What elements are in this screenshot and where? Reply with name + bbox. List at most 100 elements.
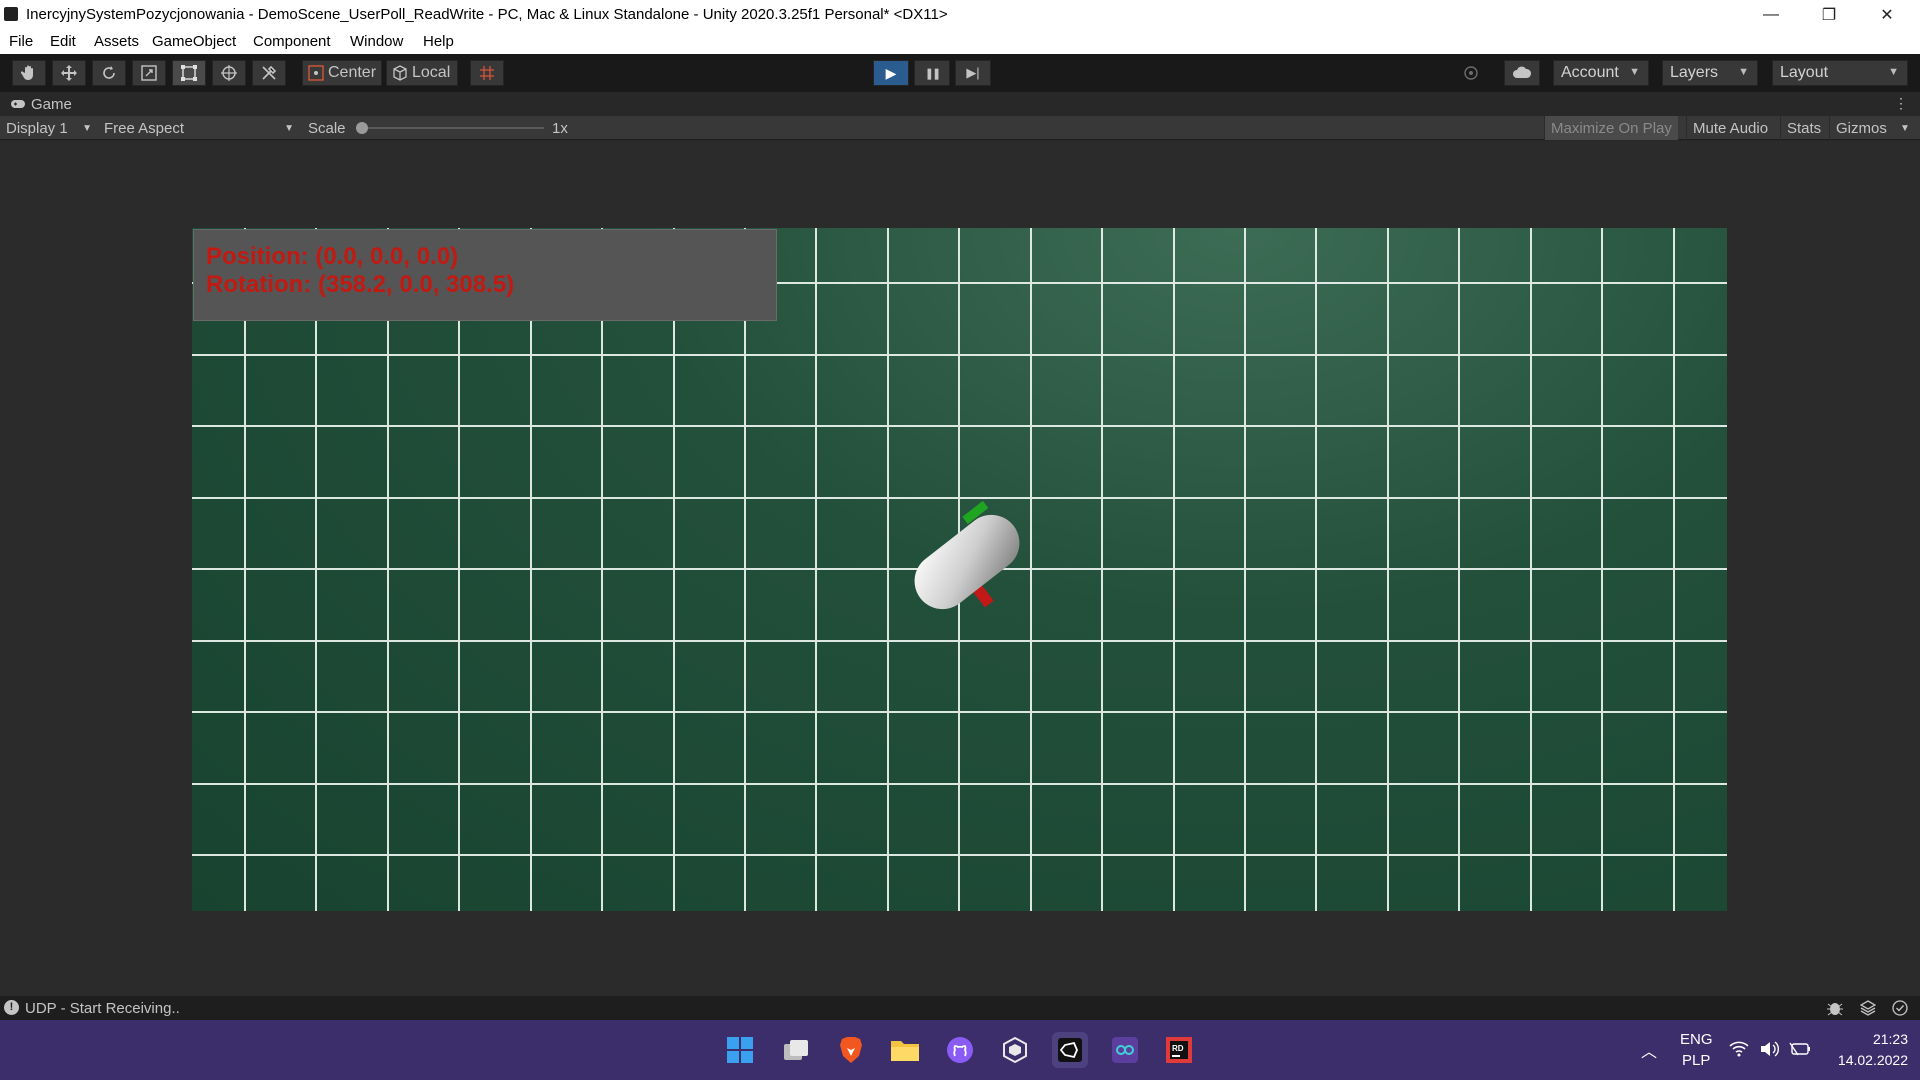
account-label: Account <box>1561 64 1619 81</box>
restore-button[interactable]: ❐ <box>1800 0 1858 30</box>
clock-time[interactable]: 21:23 <box>1846 1031 1908 1047</box>
unity-editor-button[interactable] <box>1052 1032 1088 1068</box>
scale-slider[interactable] <box>356 116 546 140</box>
grid-snap-button[interactable] <box>470 60 504 86</box>
gizmos-toggle[interactable]: Gizmos <box>1829 116 1893 140</box>
github-icon <box>947 1037 973 1063</box>
clock-date[interactable]: 14.02.2022 <box>1828 1052 1908 1068</box>
menu-assets[interactable]: Assets <box>94 33 139 50</box>
rider-ide-button[interactable]: RD <box>1161 1032 1197 1068</box>
menu-component[interactable]: Component <box>253 33 331 50</box>
tab-menu-icon[interactable]: ⋮ <box>1894 95 1908 112</box>
collab-icon <box>1464 66 1478 80</box>
step-icon: ▶| <box>966 65 980 80</box>
custom-tool-button[interactable] <box>252 60 286 86</box>
rotate-icon <box>103 66 115 79</box>
language-indicator-bottom[interactable]: PLP <box>1682 1052 1710 1069</box>
menu-bar: File Edit Assets GameObject Component Wi… <box>0 30 1920 54</box>
brave-browser-button[interactable] <box>833 1032 869 1068</box>
layers-stack-icon[interactable] <box>1860 1000 1876 1016</box>
gamepad-icon <box>11 100 25 108</box>
status-message[interactable]: UDP - Start Receiving.. <box>25 1000 180 1017</box>
pivot-local-button[interactable]: Local <box>386 60 458 86</box>
cloud-button[interactable] <box>1504 60 1540 86</box>
check-circle-icon[interactable] <box>1892 1000 1908 1016</box>
display-dropdown[interactable]: Display 1 ▼ <box>6 116 94 140</box>
file-explorer-button[interactable] <box>887 1032 923 1068</box>
move-tool-button[interactable] <box>52 60 86 86</box>
folder-icon <box>891 1041 919 1061</box>
tray-chevron-up-icon[interactable]: ︿ <box>1641 1038 1657 1062</box>
maximize-on-play-toggle[interactable]: Maximize On Play <box>1544 116 1678 140</box>
layout-dropdown[interactable]: Layout ▼ <box>1772 60 1908 86</box>
display-label: Display 1 <box>6 119 68 137</box>
menu-help[interactable]: Help <box>423 33 454 50</box>
layers-dropdown[interactable]: Layers ▼ <box>1662 60 1758 86</box>
unity-hub-button[interactable] <box>997 1032 1033 1068</box>
status-bar: ! UDP - Start Receiving.. <box>0 996 1920 1020</box>
volume-icon[interactable] <box>1759 1040 1779 1058</box>
layout-label: Layout <box>1780 64 1829 81</box>
scale-value: 1x <box>552 119 568 137</box>
scale-slider-track <box>356 127 544 129</box>
stats-toggle[interactable]: Stats <box>1780 116 1827 140</box>
aspect-label: Free Aspect <box>104 119 185 137</box>
windows-logo-icon <box>727 1037 753 1063</box>
pause-button[interactable]: ❚❚ <box>914 60 950 86</box>
play-button[interactable]: ▶ <box>873 60 909 86</box>
game-viewport[interactable] <box>192 228 1727 911</box>
brave-lion-icon <box>840 1037 862 1063</box>
info-icon: ! <box>4 1000 19 1015</box>
rotate-tool-button[interactable] <box>92 60 126 86</box>
hand-icon <box>20 65 33 80</box>
minimize-button[interactable]: — <box>1742 0 1800 30</box>
rider-icon: RD <box>1166 1037 1192 1063</box>
os-taskbar: RD ︿ ENG PLP 21:23 14.02.2022 <box>0 1020 1920 1080</box>
scale-icon <box>141 65 157 81</box>
gizmos-dropdown-icon[interactable]: ▼ <box>1900 116 1910 140</box>
window-title: InercyjnySystemPozycjonowania - DemoScen… <box>26 6 948 23</box>
scale-tool-button[interactable] <box>132 60 166 86</box>
rect-tool-button[interactable] <box>172 60 206 86</box>
pivot-center-icon <box>308 65 324 81</box>
tools-icon <box>262 65 277 80</box>
collab-button[interactable] <box>1454 60 1488 86</box>
local-label: Local <box>412 64 451 81</box>
battery-icon[interactable] <box>1789 1041 1811 1057</box>
chevron-down-icon: ▼ <box>1888 66 1899 78</box>
github-desktop-button[interactable] <box>942 1032 978 1068</box>
transform-gizmo-icon <box>221 65 237 81</box>
chevron-down-icon: ▼ <box>82 122 92 134</box>
menu-edit[interactable]: Edit <box>50 33 76 50</box>
account-dropdown[interactable]: Account ▼ <box>1553 60 1649 86</box>
hud-position-text: Position: (0.0, 0.0, 0.0) <box>206 243 459 270</box>
layers-label: Layers <box>1670 64 1719 81</box>
task-view-button[interactable] <box>778 1032 814 1068</box>
move-arrows-icon <box>61 65 77 81</box>
unity-app-icon <box>4 7 18 21</box>
tab-game[interactable]: Game <box>0 92 82 116</box>
center-label: Center <box>328 64 377 81</box>
menu-gameobject[interactable]: GameObject <box>152 33 236 50</box>
main-toolbar: Center Local ▶ ❚❚ ▶| Account ▼ Layers ▼ … <box>0 54 1920 92</box>
step-button[interactable]: ▶| <box>955 60 991 86</box>
debug-bug-icon[interactable] <box>1826 1000 1844 1016</box>
hand-tool-button[interactable] <box>12 60 46 86</box>
transform-tool-button[interactable] <box>212 60 246 86</box>
menu-file[interactable]: File <box>9 33 33 50</box>
wifi-icon[interactable] <box>1729 1041 1749 1057</box>
arduino-icon <box>1112 1037 1138 1063</box>
pivot-center-button[interactable]: Center <box>302 60 382 86</box>
local-cube-icon <box>393 65 407 81</box>
mute-audio-toggle[interactable]: Mute Audio <box>1686 116 1774 140</box>
arduino-ide-button[interactable] <box>1107 1032 1143 1068</box>
scale-slider-handle[interactable] <box>356 122 368 134</box>
menu-window[interactable]: Window <box>350 33 403 50</box>
language-indicator-top[interactable]: ENG <box>1680 1031 1713 1048</box>
start-button[interactable] <box>722 1032 758 1068</box>
close-button[interactable]: ✕ <box>1858 0 1916 30</box>
rect-transform-icon <box>181 65 197 81</box>
tab-game-label: Game <box>31 95 72 113</box>
svg-text:RD: RD <box>1172 1044 1184 1053</box>
aspect-dropdown[interactable]: Free Aspect ▼ <box>104 116 294 140</box>
